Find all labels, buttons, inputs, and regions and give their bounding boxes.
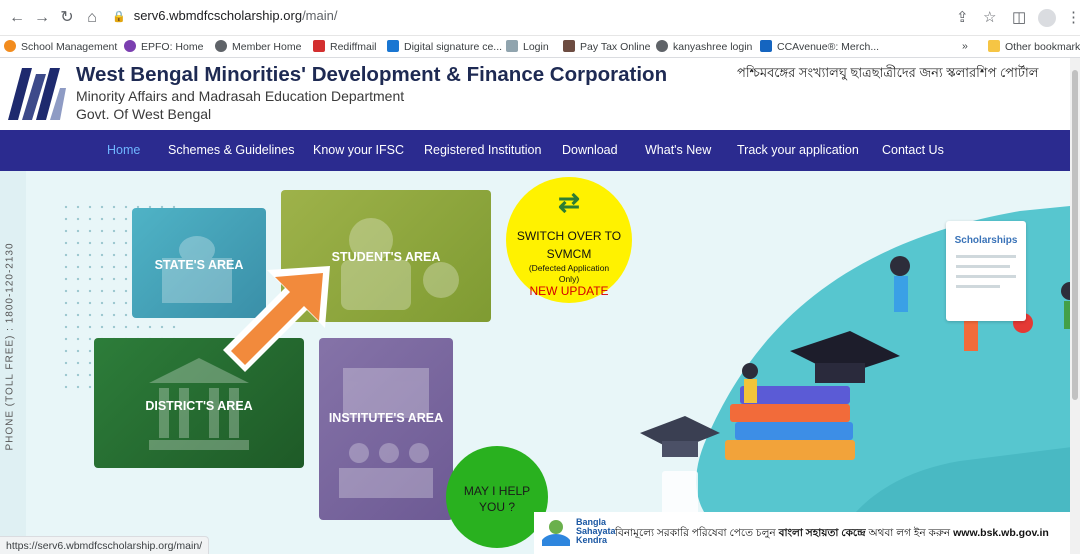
new-update-label: NEW UPDATE: [529, 284, 609, 298]
status-bar-url: https://serv6.wbmdfcscholarship.org/main…: [0, 536, 210, 554]
side-panel-icon[interactable]: ◫: [1012, 8, 1026, 26]
bookmarks-bar: School Management EPFO: Home Member Home…: [0, 36, 1080, 58]
page-title: West Bengal Minorities' Development & Fi…: [76, 63, 668, 86]
nav-track-application[interactable]: Track your application: [737, 143, 859, 157]
lock-icon: 🔒: [112, 11, 126, 23]
url-host: serv6.wbmdfcscholarship.org: [133, 8, 303, 23]
wbmdfc-logo: [8, 68, 66, 120]
may-i-help-you-button[interactable]: MAY I HELP YOU ?: [446, 446, 548, 548]
share-icon[interactable]: ⇪: [956, 8, 969, 26]
nav-contact-us[interactable]: Contact Us: [882, 143, 944, 157]
bookmark-favicon-icon: [760, 40, 772, 52]
bookmark-favicon-icon: [124, 40, 136, 52]
bookmark-item[interactable]: Pay Tax Online: [563, 40, 650, 53]
bookmark-star-icon[interactable]: ☆: [983, 8, 996, 26]
help-line-1: MAY I HELP: [463, 484, 531, 498]
nav-download[interactable]: Download: [562, 143, 618, 157]
institutes-area-tile[interactable]: INSTITUTE'S AREA: [319, 338, 453, 520]
nav-whats-new[interactable]: What's New: [645, 143, 711, 157]
bengali-portal-title: পশ্চিমবঙ্গের সংখ্যালঘু ছাত্রছাত্রীদের জন…: [737, 65, 1039, 80]
url-path: /main/: [302, 8, 338, 23]
bookmark-item[interactable]: Login: [506, 40, 549, 53]
toll-free-phone: PHONE (TOLL FREE) : 1800-120-2130: [4, 242, 16, 451]
switch-over-svmcm-button[interactable]: ⇄ SWITCH OVER TO SVMCM (Defected Applica…: [506, 177, 632, 303]
scholarships-card: Scholarships: [946, 221, 1026, 321]
bookmark-item[interactable]: CCAvenue®: Merch...: [760, 40, 879, 53]
main-navigation: Home Schemes & Guidelines Know your IFSC…: [0, 130, 1080, 171]
nav-registered-institution[interactable]: Registered Institution: [424, 143, 541, 157]
phone-strip: PHONE (TOLL FREE) : 1800-120-2130: [0, 171, 26, 554]
bsk-site-link[interactable]: www.bsk.wb.gov.in: [953, 527, 1049, 539]
classroom-icon: [339, 368, 433, 498]
switch-arrows-icon: ⇄: [558, 187, 580, 217]
bsk-name: Bangla Sahayata Kendra: [576, 517, 616, 545]
bookmark-favicon-icon: [387, 40, 399, 52]
bookmark-favicon-icon: [656, 40, 668, 52]
govt-subtitle: Govt. Of West Bengal: [76, 106, 212, 122]
back-icon[interactable]: ←: [8, 9, 26, 27]
bookmark-item[interactable]: kanyashree login: [656, 40, 752, 53]
site-header: West Bengal Minorities' Development & Fi…: [0, 58, 1080, 130]
districts-area-label: DISTRICT'S AREA: [145, 399, 253, 413]
bookmark-favicon-icon: [4, 40, 16, 52]
scrollbar-thumb[interactable]: [1072, 70, 1078, 400]
folder-icon: [988, 40, 1000, 52]
other-bookmarks[interactable]: Other bookmarks: [988, 40, 1080, 53]
nav-schemes-guidelines[interactable]: Schemes & Guidelines: [168, 143, 294, 157]
hero-section: PHONE (TOLL FREE) : 1800-120-2130 Schola…: [0, 171, 1080, 554]
institutes-area-label: INSTITUTE'S AREA: [328, 411, 444, 425]
bookmark-item[interactable]: Digital signature ce...: [387, 40, 502, 53]
bookmark-item[interactable]: Member Home: [215, 40, 301, 53]
reload-icon[interactable]: ↻: [58, 9, 76, 27]
bookmarks-overflow-button[interactable]: »: [962, 40, 968, 52]
bookmark-favicon-icon: [313, 40, 325, 52]
pointer-arrow-icon: [223, 266, 330, 372]
profile-avatar[interactable]: [1038, 9, 1056, 27]
forward-icon[interactable]: →: [33, 9, 51, 27]
bsk-logo-icon: [542, 520, 570, 546]
department-subtitle: Minority Affairs and Madrasah Education …: [76, 88, 405, 104]
browser-toolbar: ← → ↻ ⌂ 🔒 serv6.wbmdfcscholarship.org/mai…: [0, 0, 1080, 36]
menu-kebab-icon[interactable]: ⋮: [1066, 8, 1080, 26]
switch-line-4: Only): [558, 274, 580, 284]
bookmark-item[interactable]: EPFO: Home: [124, 40, 203, 53]
scholarships-card-title: Scholarships: [954, 235, 1018, 246]
bookmark-item[interactable]: School Management: [4, 40, 117, 53]
bookmark-item[interactable]: Rediffmail: [313, 40, 377, 53]
bsk-banner[interactable]: Bangla Sahayata Kendra বিনামূল্যে সরকারি…: [534, 512, 1080, 554]
switch-line-3: (Defected Application: [528, 263, 610, 273]
students-area-label: STUDENT'S AREA: [331, 250, 441, 264]
bookmark-favicon-icon: [215, 40, 227, 52]
bsk-message: বিনামূল্যে সরকারি পরিষেবা পেতে চলুন বাংল…: [615, 527, 1049, 539]
nav-home[interactable]: Home: [107, 143, 140, 157]
nav-know-your-ifsc[interactable]: Know your IFSC: [313, 143, 404, 157]
bookmark-favicon-icon: [506, 40, 518, 52]
switch-line-2: SVMCM: [546, 247, 592, 261]
switch-line-1: SWITCH OVER TO: [516, 229, 622, 243]
address-bar[interactable]: 🔒 serv6.wbmdfcscholarship.org/main/: [112, 8, 337, 23]
help-line-2: YOU ?: [478, 500, 515, 514]
states-area-label: STATE'S AREA: [154, 258, 244, 272]
home-icon[interactable]: ⌂: [83, 9, 101, 27]
bookmark-favicon-icon: [563, 40, 575, 52]
